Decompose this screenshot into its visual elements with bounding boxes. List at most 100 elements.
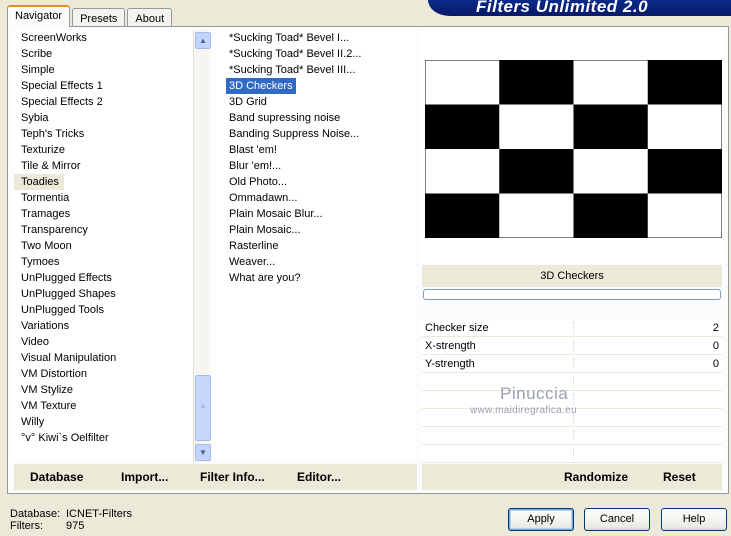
tab-presets[interactable]: Presets [72, 8, 126, 27]
category-item[interactable]: ScreenWorks [14, 30, 192, 46]
parameter-label: Y-strength [425, 358, 475, 370]
filter-item[interactable]: *Sucking Toad* Bevel II.2... [216, 46, 416, 62]
checker-cell [573, 104, 648, 149]
parameter-divider [573, 358, 574, 370]
filter-item[interactable]: Blast 'em! [216, 142, 416, 158]
filter-label: Banding Suppress Noise... [229, 128, 360, 140]
category-item[interactable]: Simple [14, 62, 192, 78]
category-label: Two Moon [21, 240, 72, 252]
cancel-button[interactable]: Cancel [584, 508, 650, 531]
category-item[interactable]: UnPlugged Shapes [14, 286, 192, 302]
category-item[interactable]: VM Stylize [14, 382, 192, 398]
category-item[interactable]: Scribe [14, 46, 192, 62]
parameter-divider [573, 448, 574, 460]
category-item[interactable]: Transparency [14, 222, 192, 238]
category-item[interactable]: Tormentia [14, 190, 192, 206]
category-item[interactable]: VM Texture [14, 398, 192, 414]
category-item[interactable]: Special Effects 2 [14, 94, 192, 110]
filter-item[interactable]: *Sucking Toad* Bevel I... [216, 30, 416, 46]
parameter-divider [573, 322, 574, 334]
category-item[interactable]: Tymoes [14, 254, 192, 270]
category-label: Simple [21, 64, 55, 76]
parameter-value[interactable]: 0 [713, 356, 719, 373]
filter-item[interactable]: *Sucking Toad* Bevel III... [216, 62, 416, 78]
filters-count-value: 975 [66, 520, 85, 532]
category-item[interactable]: Tramages [14, 206, 192, 222]
parameter-divider [573, 340, 574, 352]
scroll-up-button[interactable]: ▲ [195, 32, 211, 49]
filter-item[interactable]: Old Photo... [216, 174, 416, 190]
parameter-value[interactable]: 2 [713, 320, 719, 337]
category-item[interactable]: VM Distortion [14, 366, 192, 382]
filter-item[interactable]: Ommadawn... [216, 190, 416, 206]
filter-item[interactable]: 3D Grid [216, 94, 416, 110]
apply-button[interactable]: Apply [508, 508, 574, 531]
database-status-value: ICNET-Filters [66, 508, 132, 520]
category-item[interactable]: Video [14, 334, 192, 350]
filter-item[interactable]: Plain Mosaic... [216, 222, 416, 238]
category-item[interactable]: Visual Manipulation [14, 350, 192, 366]
filter-info-button[interactable]: Filter Info... [200, 470, 265, 484]
parameter-row[interactable]: X-strength 0 [422, 338, 722, 355]
randomize-button[interactable]: Randomize [564, 470, 628, 484]
category-label: UnPlugged Tools [21, 304, 104, 316]
watermark-name: Pinuccia [500, 384, 569, 403]
category-label: Teph's Tricks [21, 128, 85, 140]
parameter-row[interactable]: Checker size 2 [422, 320, 722, 337]
filter-label: Plain Mosaic Blur... [229, 208, 323, 220]
filter-item[interactable]: Weaver... [216, 254, 416, 270]
filter-item[interactable]: What are you? [216, 270, 416, 286]
editor-button[interactable]: Editor... [297, 470, 341, 484]
category-label: Transparency [21, 224, 88, 236]
category-item[interactable]: Variations [14, 318, 192, 334]
filter-item[interactable]: Banding Suppress Noise... [216, 126, 416, 142]
parameter-row[interactable]: Y-strength 0 [422, 356, 722, 373]
reset-button[interactable]: Reset [663, 470, 696, 484]
category-item[interactable]: Tile & Mirror [14, 158, 192, 174]
category-label: Video [21, 336, 49, 348]
tab-navigator[interactable]: Navigator [7, 5, 71, 27]
category-label: ScreenWorks [21, 32, 87, 44]
help-button[interactable]: Help [661, 508, 727, 531]
filter-item[interactable]: Plain Mosaic Blur... [216, 206, 416, 222]
category-item[interactable]: Texturize [14, 142, 192, 158]
import-button[interactable]: Import... [121, 470, 168, 484]
checker-cell [425, 104, 500, 149]
parameter-value[interactable]: 0 [713, 338, 719, 355]
progress-bar [423, 289, 721, 300]
parameter-row [422, 374, 722, 391]
category-label: Tile & Mirror [21, 160, 81, 172]
checker-preview [425, 60, 722, 238]
filter-item[interactable]: Rasterline [216, 238, 416, 254]
scroll-thumb[interactable]: ≡ [195, 375, 211, 441]
category-item[interactable]: Sybia [14, 110, 192, 126]
filter-label: Weaver... [229, 256, 276, 268]
filter-label: What are you? [229, 272, 301, 284]
category-item[interactable]: Toadies [14, 174, 192, 190]
parameter-row [422, 428, 722, 445]
filter-label: 3D Grid [229, 96, 267, 108]
database-button[interactable]: Database [30, 470, 83, 484]
scroll-down-button[interactable]: ▼ [195, 444, 211, 461]
checker-cell [573, 193, 648, 238]
filter-item[interactable]: Blur 'em!... [216, 158, 416, 174]
category-item[interactable]: Willy [14, 414, 192, 430]
category-item[interactable]: Special Effects 1 [14, 78, 192, 94]
filter-item[interactable]: Band supressing noise [216, 110, 416, 126]
category-item[interactable]: °v° Kiwi`s Oelfilter [14, 430, 192, 446]
right-button-bar: Randomize Reset [422, 464, 722, 490]
category-list[interactable]: ScreenWorks Scribe Simple Special Effects 1… [14, 30, 192, 462]
filter-label: 3D Checkers [226, 78, 296, 94]
checker-cell [499, 149, 574, 194]
checker-cell [425, 193, 500, 238]
category-label: °v° Kiwi`s Oelfilter [21, 432, 109, 444]
tab-about[interactable]: About [127, 8, 173, 27]
category-item[interactable]: UnPlugged Tools [14, 302, 192, 318]
category-item[interactable]: Two Moon [14, 238, 192, 254]
category-item[interactable]: Teph's Tricks [14, 126, 192, 142]
filter-label: Ommadawn... [229, 192, 298, 204]
filter-list[interactable]: *Sucking Toad* Bevel I... *Sucking Toad* … [216, 30, 416, 462]
category-item[interactable]: UnPlugged Effects [14, 270, 192, 286]
filter-item[interactable]: 3D Checkers [216, 78, 416, 94]
category-scrollbar[interactable]: ▲ ≡ ▼ [193, 30, 211, 462]
